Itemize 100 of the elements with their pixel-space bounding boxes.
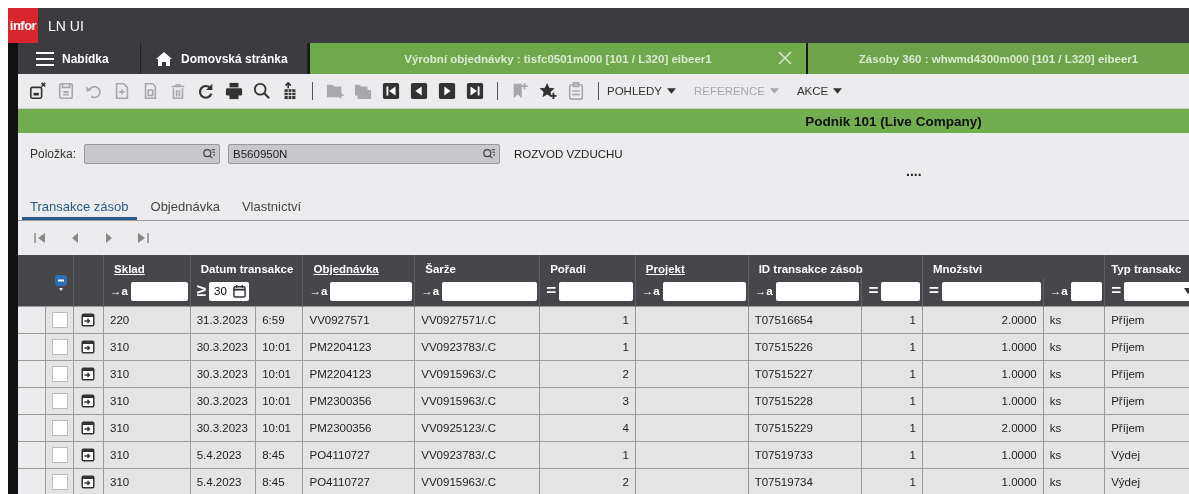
table-cell: VV0915963/.C (414, 468, 540, 494)
filter-field[interactable] (559, 281, 633, 301)
toolbar-menu[interactable]: POHLEDY (607, 85, 676, 97)
checkbox[interactable] (51, 312, 68, 328)
table-cell: PM2204123 (303, 360, 415, 388)
filter-field[interactable] (941, 281, 1041, 301)
checkbox[interactable] (51, 420, 68, 436)
column-header: Datum transakce (190, 255, 303, 278)
filter-field[interactable] (775, 281, 860, 301)
filter-field[interactable] (1070, 281, 1103, 301)
app-title: LN UI (48, 17, 84, 34)
column-header[interactable]: Projekt (635, 255, 749, 278)
open-record-icon[interactable] (81, 475, 96, 489)
printer-icon[interactable] (225, 82, 243, 100)
filter-operator[interactable]: →a (754, 285, 773, 297)
table-cell: PO4110727 (303, 468, 415, 494)
input-field[interactable] (84, 144, 221, 164)
first-record-icon[interactable] (34, 232, 48, 244)
open-record-icon[interactable] (81, 367, 96, 381)
table-cell: T07515228 (748, 387, 862, 415)
filter-field[interactable] (330, 281, 413, 301)
lookup-icon (202, 148, 217, 160)
open-record-icon[interactable] (81, 421, 96, 435)
close-icon (778, 51, 792, 65)
table-cell: 2.0000 (922, 306, 1044, 334)
checkbox[interactable] (51, 393, 68, 409)
caret-icon (833, 88, 843, 94)
menu-icon (36, 51, 54, 66)
table-cell: VV0915963/.C (414, 387, 540, 415)
checkbox[interactable] (51, 339, 68, 355)
table-cell: PO4110727 (303, 441, 415, 469)
filter-operator[interactable]: = (928, 284, 939, 298)
filter-field[interactable] (131, 281, 188, 301)
star-plus-icon[interactable] (539, 82, 557, 100)
column-header: ID transakce zásob (748, 255, 923, 278)
table-cell: VV0923783/.C (414, 333, 540, 361)
refresh-icon[interactable] (197, 82, 215, 100)
save-close-icon[interactable] (29, 82, 47, 100)
table-cell: 30.3.2023 (190, 387, 256, 415)
table-cell: T07515227 (748, 360, 862, 388)
filter-field[interactable] (662, 281, 746, 301)
column-header: Pořadi (539, 255, 636, 278)
table-cell: Příjem (1104, 333, 1189, 361)
table-cell: 310 (103, 441, 191, 469)
select-all-icon[interactable] (55, 275, 68, 291)
column-header[interactable]: Sklad (103, 255, 191, 278)
checkbox[interactable] (51, 474, 68, 490)
table-cell: 1.0000 (922, 387, 1044, 415)
table-cell: 1 (539, 441, 636, 469)
table-cell: 2.0000 (922, 414, 1044, 442)
lookup-icon (482, 148, 497, 160)
filter-operator[interactable]: = (546, 284, 557, 298)
column-header: Množstvi (922, 255, 1105, 278)
table-cell: ks (1043, 306, 1105, 334)
table-cell: T07519733 (748, 441, 862, 469)
dropdown-field[interactable] (1124, 281, 1189, 301)
open-record-icon[interactable] (81, 448, 96, 462)
tab[interactable]: Vlastnictví (233, 193, 310, 220)
table-cell: 310 (103, 414, 191, 442)
table-cell: PM2204123 (303, 333, 415, 361)
table-cell: 5.4.2023 (190, 441, 256, 469)
checkbox[interactable] (51, 447, 68, 463)
filter-operator[interactable]: ≥ (196, 284, 207, 298)
caret-icon (1183, 288, 1189, 294)
filter-operator[interactable]: = (868, 284, 879, 298)
menu-button[interactable]: Nabídka (18, 43, 141, 74)
table-cell: Příjem (1104, 306, 1189, 334)
more-indicator[interactable]: .... (906, 163, 922, 179)
column-header: Šarže (414, 255, 540, 278)
table-cell: 220 (103, 306, 191, 334)
filter-field[interactable] (442, 281, 538, 301)
table-cell: 31.3.2023 (190, 306, 256, 334)
filter-operator[interactable]: →a (309, 285, 328, 297)
toolbar-menu[interactable]: AKCE (796, 85, 843, 97)
checkbox[interactable] (51, 366, 68, 382)
filter-operator[interactable]: →a (641, 285, 660, 297)
open-record-icon[interactable] (81, 340, 96, 354)
tab[interactable]: Objednávka (142, 193, 228, 220)
last-record-icon[interactable] (136, 232, 150, 244)
last-icon[interactable] (466, 82, 484, 100)
table-cell: 30.3.2023 (190, 360, 256, 388)
filter-operator[interactable]: = (1111, 284, 1122, 298)
filter-operator[interactable]: →a (421, 285, 440, 297)
input-field[interactable]: B560950N (228, 144, 501, 164)
filter-operator[interactable]: →a (110, 285, 128, 297)
next-icon[interactable] (438, 82, 456, 100)
caret-icon (769, 88, 779, 94)
table-cell: PM2300356 (303, 414, 415, 442)
table-cell: T07515226 (748, 333, 862, 361)
first-icon[interactable] (382, 82, 400, 100)
table-cell: 1.0000 (922, 441, 1044, 469)
column-header[interactable]: Objednávka (303, 255, 415, 278)
previous-icon[interactable] (410, 82, 428, 100)
tab[interactable]: Transakce zásob (22, 193, 137, 220)
open-record-icon[interactable] (81, 313, 96, 327)
filter-operator[interactable]: →a (1049, 285, 1068, 297)
table-cell: Příjem (1104, 360, 1189, 388)
open-record-icon[interactable] (81, 394, 96, 408)
search-icon[interactable] (253, 82, 271, 100)
filter-field[interactable] (881, 281, 920, 301)
